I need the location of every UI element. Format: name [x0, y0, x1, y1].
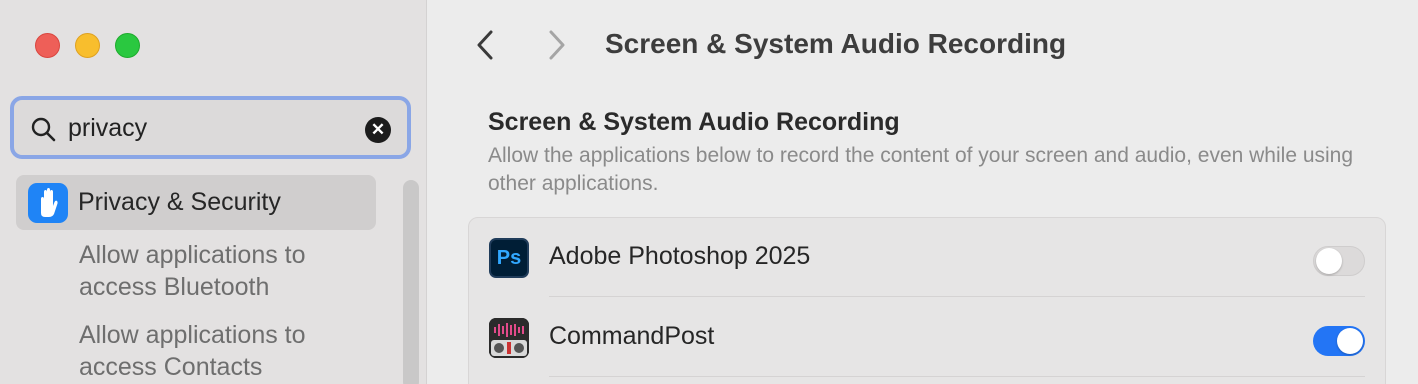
row-divider — [549, 376, 1365, 377]
search-result-contacts[interactable]: Allow applications to access Contacts — [79, 319, 379, 383]
app-list: Ps Adobe Photoshop 2025 CommandPost — [468, 217, 1386, 384]
hand-raised-icon — [28, 183, 68, 223]
section-title: Screen & System Audio Recording — [488, 108, 900, 136]
zoom-window-button[interactable] — [115, 33, 140, 58]
toggle-knob — [1316, 248, 1342, 274]
forward-button[interactable] — [540, 28, 572, 62]
photoshop-toggle[interactable] — [1313, 246, 1365, 276]
close-window-button[interactable] — [35, 33, 60, 58]
app-name: Adobe Photoshop 2025 — [549, 242, 811, 270]
section-description: Allow the applications below to record t… — [488, 144, 1354, 195]
sidebar-scrollbar[interactable] — [403, 180, 419, 384]
list-item: CommandPost — [469, 298, 1385, 377]
sidebar-item-privacy-security[interactable]: Privacy & Security — [16, 175, 376, 230]
app-name: CommandPost — [549, 322, 715, 350]
clear-search-icon[interactable]: ✕ — [365, 117, 391, 143]
search-field[interactable]: ✕ — [10, 96, 411, 159]
search-result-bluetooth[interactable]: Allow applications to access Bluetooth — [79, 239, 379, 303]
row-divider — [549, 296, 1365, 297]
list-item: Ps Adobe Photoshop 2025 — [469, 218, 1385, 297]
photoshop-icon: Ps — [489, 238, 529, 278]
sidebar-item-label: Privacy & Security — [78, 188, 281, 216]
commandpost-icon — [489, 318, 529, 358]
back-button[interactable] — [470, 28, 502, 62]
search-input[interactable] — [68, 108, 358, 148]
search-icon — [31, 117, 56, 142]
toggle-knob — [1337, 328, 1363, 354]
window-title: Screen & System Audio Recording — [605, 28, 1067, 59]
minimize-window-button[interactable] — [75, 33, 100, 58]
sidebar: ✕ Privacy & Security Allow applications … — [0, 0, 427, 384]
commandpost-toggle[interactable] — [1313, 326, 1365, 356]
